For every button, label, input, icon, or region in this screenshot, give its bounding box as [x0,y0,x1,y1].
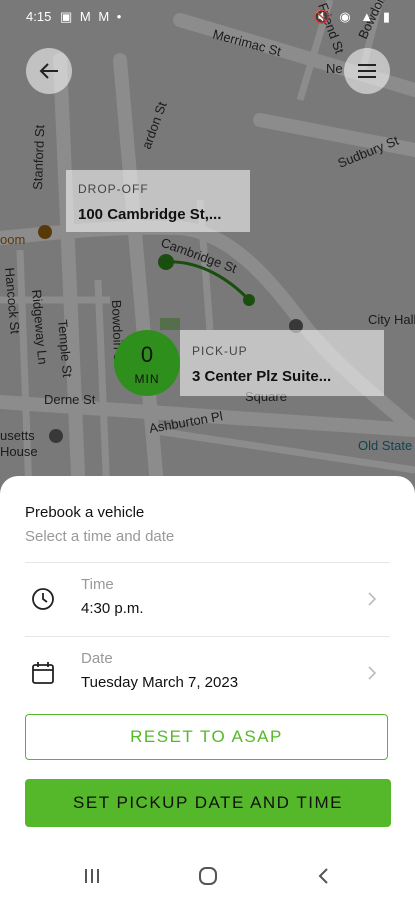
back-nav-icon[interactable] [314,864,334,888]
time-row[interactable]: Time 4:30 p.m. [0,564,415,636]
arrow-left-icon [39,63,58,79]
back-button[interactable] [26,48,72,94]
date-row[interactable]: Date Tuesday March 7, 2023 [0,638,415,710]
chevron-right-icon [368,666,377,680]
date-label: Date [81,650,113,667]
hamburger-menu-icon [358,64,376,78]
sheet-title: Prebook a vehicle [25,504,145,521]
time-value: 4:30 p.m. [81,600,144,617]
chevron-right-icon [368,592,377,606]
status-time: 4:15 [26,9,52,24]
menu-button[interactable] [344,48,390,94]
system-status-icons: 🔇 ◉ ▲ ▮ [313,9,393,24]
clock-icon [32,588,54,610]
time-label: Time [81,576,114,593]
pickup-label: PICK-UP [192,344,248,358]
prebook-sheet: Prebook a vehicle Select a time and date… [0,476,415,854]
eta-unit: MIN [134,372,160,386]
divider [25,636,390,637]
pickup-address: 3 Center Plz Suite... [192,368,332,385]
reset-to-asap-button[interactable]: RESET TO ASAP [25,714,388,760]
dropoff-card[interactable]: DROP-OFF 100 Cambridge St,... [66,170,250,232]
sheet-subtitle: Select a time and date [25,528,175,545]
set-pickup-button[interactable]: SET PICKUP DATE AND TIME [25,779,391,827]
calendar-icon [32,662,54,684]
recent-apps-icon[interactable] [82,864,102,888]
home-icon[interactable] [196,864,220,888]
eta-value: 0 [140,342,154,367]
eta-badge: 0 MIN [114,330,180,396]
pickup-card[interactable]: PICK-UP 3 Center Plz Suite... [180,330,384,396]
dropoff-label: DROP-OFF [78,182,149,196]
status-bar: 4:15 ▣ M M • 🔇 ◉ ▲ ▮ [0,0,415,34]
system-nav-bar [0,854,415,900]
dropoff-address: 100 Cambridge St,... [78,206,222,223]
divider [25,562,390,563]
date-value: Tuesday March 7, 2023 [81,674,239,691]
notification-icons: ▣ M M • [60,9,124,24]
